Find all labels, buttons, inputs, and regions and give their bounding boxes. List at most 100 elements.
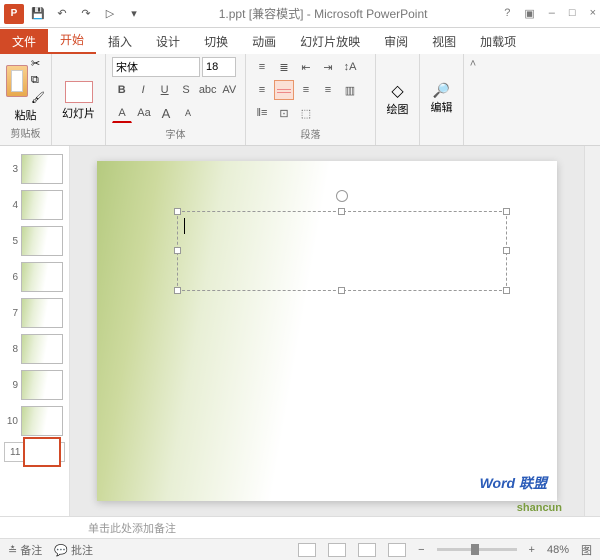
normal-view-button[interactable] bbox=[298, 543, 316, 557]
thumb-8[interactable]: 8 bbox=[4, 334, 65, 364]
maximize-icon[interactable]: □ bbox=[569, 7, 576, 20]
indent-inc-button[interactable]: ⇥ bbox=[318, 57, 338, 77]
thumb-6[interactable]: 6 bbox=[4, 262, 65, 292]
slide-canvas[interactable]: Word 联盟 shancun bbox=[70, 146, 584, 516]
resize-handle-e[interactable] bbox=[503, 247, 510, 254]
resize-handle-sw[interactable] bbox=[174, 287, 181, 294]
zoom-out-button[interactable]: − bbox=[418, 544, 424, 556]
shadow-button[interactable]: abc bbox=[198, 80, 218, 100]
numbering-button[interactable]: ≣ bbox=[274, 57, 294, 77]
minimize-icon[interactable]: – bbox=[549, 7, 555, 20]
resize-handle-nw[interactable] bbox=[174, 208, 181, 215]
redo-icon[interactable]: ↷ bbox=[78, 6, 94, 22]
comments-toggle[interactable]: 💬 批注 bbox=[54, 542, 93, 558]
fit-to-window-button[interactable]: 图 bbox=[581, 542, 592, 558]
ribbon-display-icon[interactable]: ▣ bbox=[524, 7, 534, 20]
quick-access-toolbar: 💾 ↶ ↷ ▷ ▾ bbox=[30, 6, 142, 22]
zoom-level[interactable]: 48% bbox=[547, 544, 569, 556]
copy-icon[interactable]: ⧉ bbox=[31, 74, 45, 87]
resize-handle-w[interactable] bbox=[174, 247, 181, 254]
thumb-9[interactable]: 9 bbox=[4, 370, 65, 400]
help-icon[interactable]: ? bbox=[504, 7, 510, 20]
drawing-label[interactable]: 绘图 bbox=[387, 101, 409, 117]
shapes-icon[interactable]: ◇ bbox=[391, 81, 403, 101]
thumb-4[interactable]: 4 bbox=[4, 190, 65, 220]
thumb-3[interactable]: 3 bbox=[4, 154, 65, 184]
thumb-11[interactable]: 11 bbox=[4, 442, 65, 462]
sorter-view-button[interactable] bbox=[328, 543, 346, 557]
notes-pane[interactable]: 单击此处添加备注 bbox=[0, 516, 600, 538]
slide[interactable]: Word 联盟 bbox=[97, 161, 557, 501]
cut-icon[interactable]: ✂ bbox=[31, 57, 45, 70]
tab-animations[interactable]: 动画 bbox=[240, 29, 288, 54]
resize-handle-ne[interactable] bbox=[503, 208, 510, 215]
zoom-slider[interactable] bbox=[437, 548, 517, 551]
reading-view-button[interactable] bbox=[358, 543, 376, 557]
smartart-button[interactable]: ⬚ bbox=[296, 103, 316, 123]
group-drawing: ◇ 绘图 bbox=[376, 54, 420, 145]
tab-transitions[interactable]: 切换 bbox=[192, 29, 240, 54]
save-icon[interactable]: 💾 bbox=[30, 6, 46, 22]
strike-button[interactable]: S bbox=[176, 80, 195, 100]
shrink-font-button[interactable]: A bbox=[178, 103, 198, 123]
columns-button[interactable]: ▥ bbox=[340, 80, 360, 100]
tab-view[interactable]: 视图 bbox=[420, 29, 468, 54]
tab-slideshow[interactable]: 幻灯片放映 bbox=[288, 29, 372, 54]
paste-icon[interactable] bbox=[6, 65, 28, 97]
bullets-button[interactable]: ≡ bbox=[252, 57, 272, 77]
char-spacing-button[interactable]: AV bbox=[220, 80, 239, 100]
close-icon[interactable]: × bbox=[590, 7, 596, 20]
align-center-button[interactable] bbox=[274, 80, 294, 100]
tab-insert[interactable]: 插入 bbox=[96, 29, 144, 54]
tab-design[interactable]: 设计 bbox=[144, 29, 192, 54]
font-size-select[interactable]: 18 bbox=[202, 57, 236, 77]
thumb-10[interactable]: 10 bbox=[4, 406, 65, 436]
qat-more-icon[interactable]: ▾ bbox=[126, 6, 142, 22]
text-box[interactable] bbox=[177, 211, 507, 291]
resize-handle-n[interactable] bbox=[338, 208, 345, 215]
start-from-beginning-icon[interactable]: ▷ bbox=[102, 6, 118, 22]
resize-handle-s[interactable] bbox=[338, 287, 345, 294]
bold-button[interactable]: B bbox=[112, 80, 131, 100]
app-icon: P bbox=[4, 4, 24, 24]
find-icon[interactable]: 🔎 bbox=[433, 82, 450, 99]
vertical-scrollbar[interactable] bbox=[584, 146, 600, 516]
grow-font-button[interactable]: A bbox=[156, 103, 176, 123]
slides-label[interactable]: 幻灯片 bbox=[62, 105, 95, 121]
thumbnail-panel: 3 4 5 6 7 8 9 10 11 bbox=[0, 146, 70, 516]
thumb-5[interactable]: 5 bbox=[4, 226, 65, 256]
notes-toggle[interactable]: ≛ 备注 bbox=[8, 542, 42, 558]
paste-label[interactable]: 粘贴 bbox=[6, 107, 45, 123]
resize-handle-se[interactable] bbox=[503, 287, 510, 294]
text-direction-button[interactable]: ↕A bbox=[340, 57, 360, 77]
align-text-button[interactable]: ⊡ bbox=[274, 103, 294, 123]
tab-review[interactable]: 审阅 bbox=[372, 29, 420, 54]
tab-home[interactable]: 开始 bbox=[48, 27, 96, 54]
line-spacing-button[interactable]: ‖≡ bbox=[252, 103, 272, 123]
tab-addins[interactable]: 加载项 bbox=[468, 29, 528, 54]
new-slide-icon[interactable] bbox=[65, 81, 93, 103]
font-color-button[interactable]: A bbox=[112, 103, 132, 123]
rotate-handle[interactable] bbox=[336, 190, 348, 202]
align-right-button[interactable]: ≡ bbox=[296, 80, 316, 100]
group-editing: 🔎 编辑 bbox=[420, 54, 464, 145]
collapse-ribbon-icon[interactable]: ˄ bbox=[464, 54, 482, 145]
slideshow-view-button[interactable] bbox=[388, 543, 406, 557]
align-left-button[interactable]: ≡ bbox=[252, 80, 272, 100]
group-slides: 幻灯片 bbox=[52, 54, 106, 145]
tab-file[interactable]: 文件 bbox=[0, 29, 48, 54]
justify-button[interactable]: ≡ bbox=[318, 80, 338, 100]
change-case-button[interactable]: Aa bbox=[134, 103, 154, 123]
editing-label[interactable]: 编辑 bbox=[431, 99, 453, 115]
zoom-in-button[interactable]: + bbox=[529, 544, 535, 556]
window-title: 1.ppt [兼容模式] - Microsoft PowerPoint bbox=[142, 5, 504, 22]
italic-button[interactable]: I bbox=[133, 80, 152, 100]
watermark-main: Word 联盟 bbox=[480, 473, 547, 493]
thumb-7[interactable]: 7 bbox=[4, 298, 65, 328]
indent-dec-button[interactable]: ⇤ bbox=[296, 57, 316, 77]
font-name-select[interactable]: 宋体 bbox=[112, 57, 200, 77]
format-painter-icon[interactable]: 🖌 bbox=[31, 91, 45, 104]
underline-button[interactable]: U bbox=[155, 80, 174, 100]
undo-icon[interactable]: ↶ bbox=[54, 6, 70, 22]
group-clipboard: ✂ ⧉ 🖌 粘贴 剪贴板 bbox=[0, 54, 52, 145]
